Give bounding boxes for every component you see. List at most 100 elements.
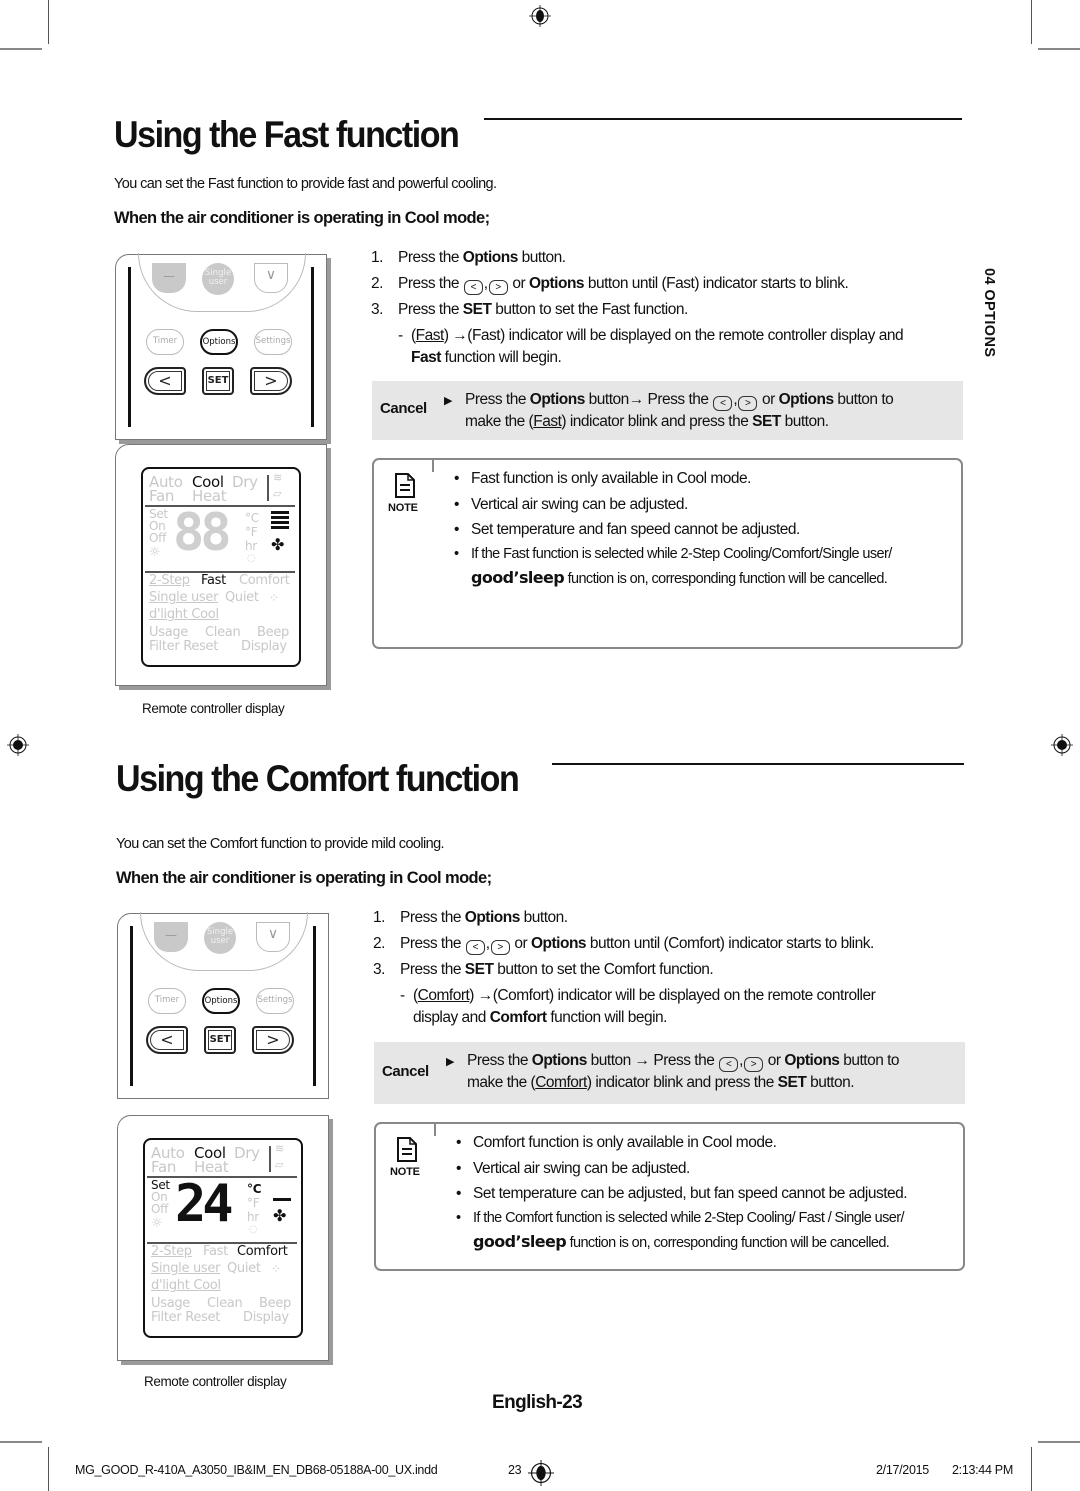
lcd-panel: Auto Cool Dry Fan Heat ≋ ▱ Set On Off ☼ … — [143, 1138, 303, 1338]
crop-mark — [0, 48, 42, 50]
cancel-box: Cancel ▶ Press the Options button → Pres… — [374, 1042, 965, 1104]
fast-condition: When the air conditioner is operating in… — [114, 209, 490, 227]
wifi-icon: ≋ — [275, 1142, 284, 1155]
wifi-icon: ≋ — [273, 471, 282, 484]
fast-steps: 1. Press the Options button. 2. Press the … — [371, 245, 904, 369]
registration-mark-icon — [529, 5, 551, 27]
crop-mark — [48, 1447, 49, 1491]
left-arrow-button-icon: < — [465, 940, 485, 955]
note-item: • If the Comfort function is selected whi… — [456, 1209, 905, 1251]
cancel-box: Cancel ▶ Press the Options button→ Press… — [372, 381, 963, 440]
crop-mark — [1038, 1441, 1080, 1443]
swing-icon: ◌ — [249, 1224, 258, 1235]
step-item: 1. Press the Options button. — [373, 909, 568, 926]
fan-icon: ✤ — [271, 535, 285, 554]
left-arrow-button-icon: < — [719, 1057, 739, 1072]
left-button: < — [144, 367, 186, 395]
remote-buttons-illustration: — Single user ∨ Timer Options Settings < … — [115, 253, 327, 440]
section-tab: 04 OPTIONS — [981, 268, 997, 358]
left-arrow-button-icon: < — [463, 280, 483, 295]
battery-icon: ▱ — [273, 487, 282, 500]
step-item: 1. Press the Options button. — [371, 249, 566, 266]
temperature-digits: 88 — [173, 503, 232, 563]
fan-speed-bars-icon — [271, 511, 289, 529]
note-box: NOTE • Comfort function is only available… — [374, 1122, 965, 1271]
note-item: • Set temperature can be adjusted, but fa… — [456, 1185, 908, 1202]
registration-mark-icon — [1051, 734, 1073, 756]
dots-icon: ⁘ — [271, 1262, 281, 1276]
right-arrow-button-icon: > — [488, 280, 508, 295]
remote-buttons-illustration: — Single user ∨ Timer Options Settings < … — [117, 912, 329, 1099]
note-box: NOTE • Fast function is only available in… — [372, 458, 963, 649]
page-number: English-23 — [492, 1392, 583, 1413]
registration-mark-icon — [7, 734, 29, 756]
footer-filename: MG_GOOD_R-410A_A3050_IB&IM_EN_DB68-05188… — [75, 1463, 438, 1477]
note-icon — [395, 473, 415, 498]
fan-speed-bar-icon — [273, 1198, 291, 1201]
options-button: Options — [202, 988, 240, 1014]
fast-intro: You can set the Fast function to provide… — [114, 176, 497, 192]
crop-mark — [48, 0, 49, 44]
footer-page: 23 — [508, 1463, 522, 1477]
comfort-intro: You can set the Comfort function to prov… — [116, 836, 445, 852]
step-item: 2. Press the <, > or Options button until … — [373, 935, 874, 955]
play-arrow-icon: ▶ — [446, 1056, 455, 1068]
battery-icon: ▱ — [275, 1158, 284, 1171]
fan-icon: ✤ — [273, 1206, 287, 1225]
remote-display-illustration: Auto Cool Dry Fan Heat ≋ ▱ Set On Off ☼ … — [117, 1115, 329, 1361]
comfort-condition: When the air conditioner is operating in… — [116, 869, 492, 887]
single-user-button: Single user — [204, 922, 236, 954]
note-item: • If the Fast function is selected while … — [454, 545, 892, 587]
fast-title: Using the Fast function — [114, 114, 460, 155]
registration-mark-icon — [528, 1460, 554, 1486]
single-user-button: Single user — [202, 263, 234, 295]
down-button: ∨ — [254, 263, 288, 293]
sleep-icon: ☼ — [149, 545, 161, 560]
display-caption: Remote controller display — [142, 701, 285, 716]
crop-mark — [1038, 48, 1080, 50]
note-item: • Comfort function is only available in C… — [456, 1134, 777, 1151]
set-button: SET — [202, 367, 234, 395]
substep: - (Fast) →(Fast) indicator will be displa… — [398, 327, 904, 366]
minus-button: — — [152, 263, 186, 293]
comfort-steps: 1. Press the Options button. 2. Press the … — [373, 905, 876, 1029]
note-item: • Vertical air swing can be adjusted. — [456, 1159, 690, 1177]
display-caption: Remote controller display — [144, 1374, 287, 1389]
minus-button: — — [154, 922, 188, 952]
right-button: > — [252, 1026, 294, 1054]
note-item: • Vertical air swing can be adjusted. — [454, 495, 688, 513]
set-button: SET — [204, 1026, 236, 1054]
step-item: 3. Press the SET button to set the Comfor… — [373, 961, 714, 978]
comfort-title: Using the Comfort function — [116, 758, 520, 799]
down-button: ∨ — [256, 922, 290, 952]
timer-button: Timer — [146, 329, 184, 355]
settings-button: Settings — [254, 329, 292, 355]
step-item: 3. Press the SET button to set the Fast f… — [371, 301, 688, 318]
timer-button: Timer — [148, 988, 186, 1014]
temperature-digits: 24 — [175, 1174, 234, 1234]
play-arrow-icon: ▶ — [444, 395, 453, 407]
title-rule — [552, 763, 964, 765]
options-button: Options — [200, 329, 238, 355]
note-item: • Fast function is only available in Cool… — [454, 470, 751, 487]
note-icon — [397, 1137, 417, 1162]
title-rule — [484, 118, 962, 120]
left-arrow-button-icon: < — [713, 396, 733, 411]
swing-icon: ◌ — [247, 553, 256, 564]
substep: - (Comfort) →(Comfort) indicator will be … — [400, 987, 876, 1026]
crop-mark — [0, 1441, 42, 1443]
footer-time: 2:13:44 PM — [952, 1463, 1013, 1477]
right-arrow-button-icon: > — [738, 396, 758, 411]
right-button: > — [250, 367, 292, 395]
sleep-icon: ☼ — [151, 1216, 163, 1231]
right-arrow-button-icon: > — [490, 940, 510, 955]
remote-display-illustration: Auto Cool Dry Fan Heat ≋ ▱ Set On Off ☼ … — [115, 444, 327, 686]
crop-mark — [1031, 1447, 1032, 1491]
step-item: 2. Press the <, > or Options button until … — [371, 275, 849, 295]
footer-date: 2/17/2015 — [876, 1463, 929, 1477]
crop-mark — [1031, 0, 1032, 44]
left-button: < — [146, 1026, 188, 1054]
right-arrow-button-icon: > — [743, 1057, 763, 1072]
note-item: • Set temperature and fan speed cannot be… — [454, 521, 800, 538]
lcd-panel: Auto Cool Dry Fan Heat ≋ ▱ Set On Off ☼ … — [141, 467, 301, 667]
